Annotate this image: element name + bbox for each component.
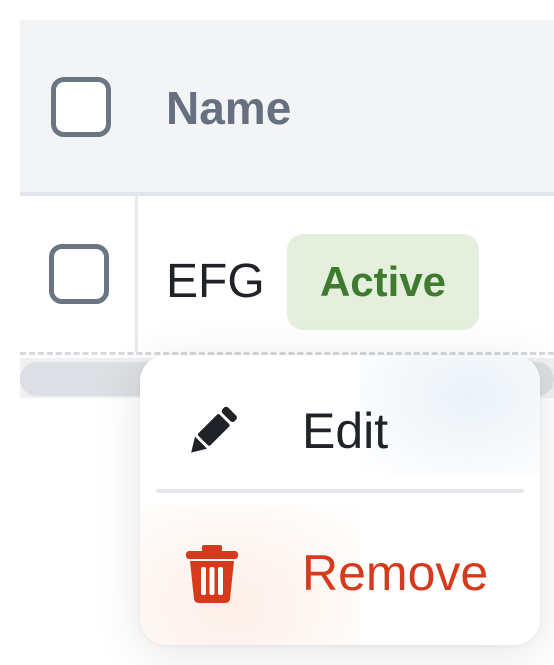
trash-icon xyxy=(186,545,238,603)
data-table: Name EFG Active xyxy=(20,20,554,400)
row-name-cell: EFG xyxy=(166,255,265,308)
cell-divider xyxy=(135,196,138,352)
pencil-icon xyxy=(191,406,237,453)
menu-item-remove[interactable]: Remove xyxy=(140,503,540,643)
table-header-row: Name xyxy=(20,20,554,196)
select-all-checkbox[interactable] xyxy=(51,77,111,137)
menu-separator xyxy=(156,489,524,493)
status-badge-label: Active xyxy=(319,258,447,305)
menu-item-remove-label: Remove xyxy=(302,545,489,601)
row-checkbox[interactable] xyxy=(49,244,109,304)
menu-item-edit[interactable]: Edit xyxy=(140,361,540,501)
column-header-name[interactable]: Name xyxy=(166,80,291,136)
row-context-menu: Edit Remove xyxy=(140,355,540,645)
status-badge: Active xyxy=(287,234,479,330)
menu-item-edit-label: Edit xyxy=(302,403,389,459)
table-row[interactable]: EFG Active xyxy=(20,196,554,352)
